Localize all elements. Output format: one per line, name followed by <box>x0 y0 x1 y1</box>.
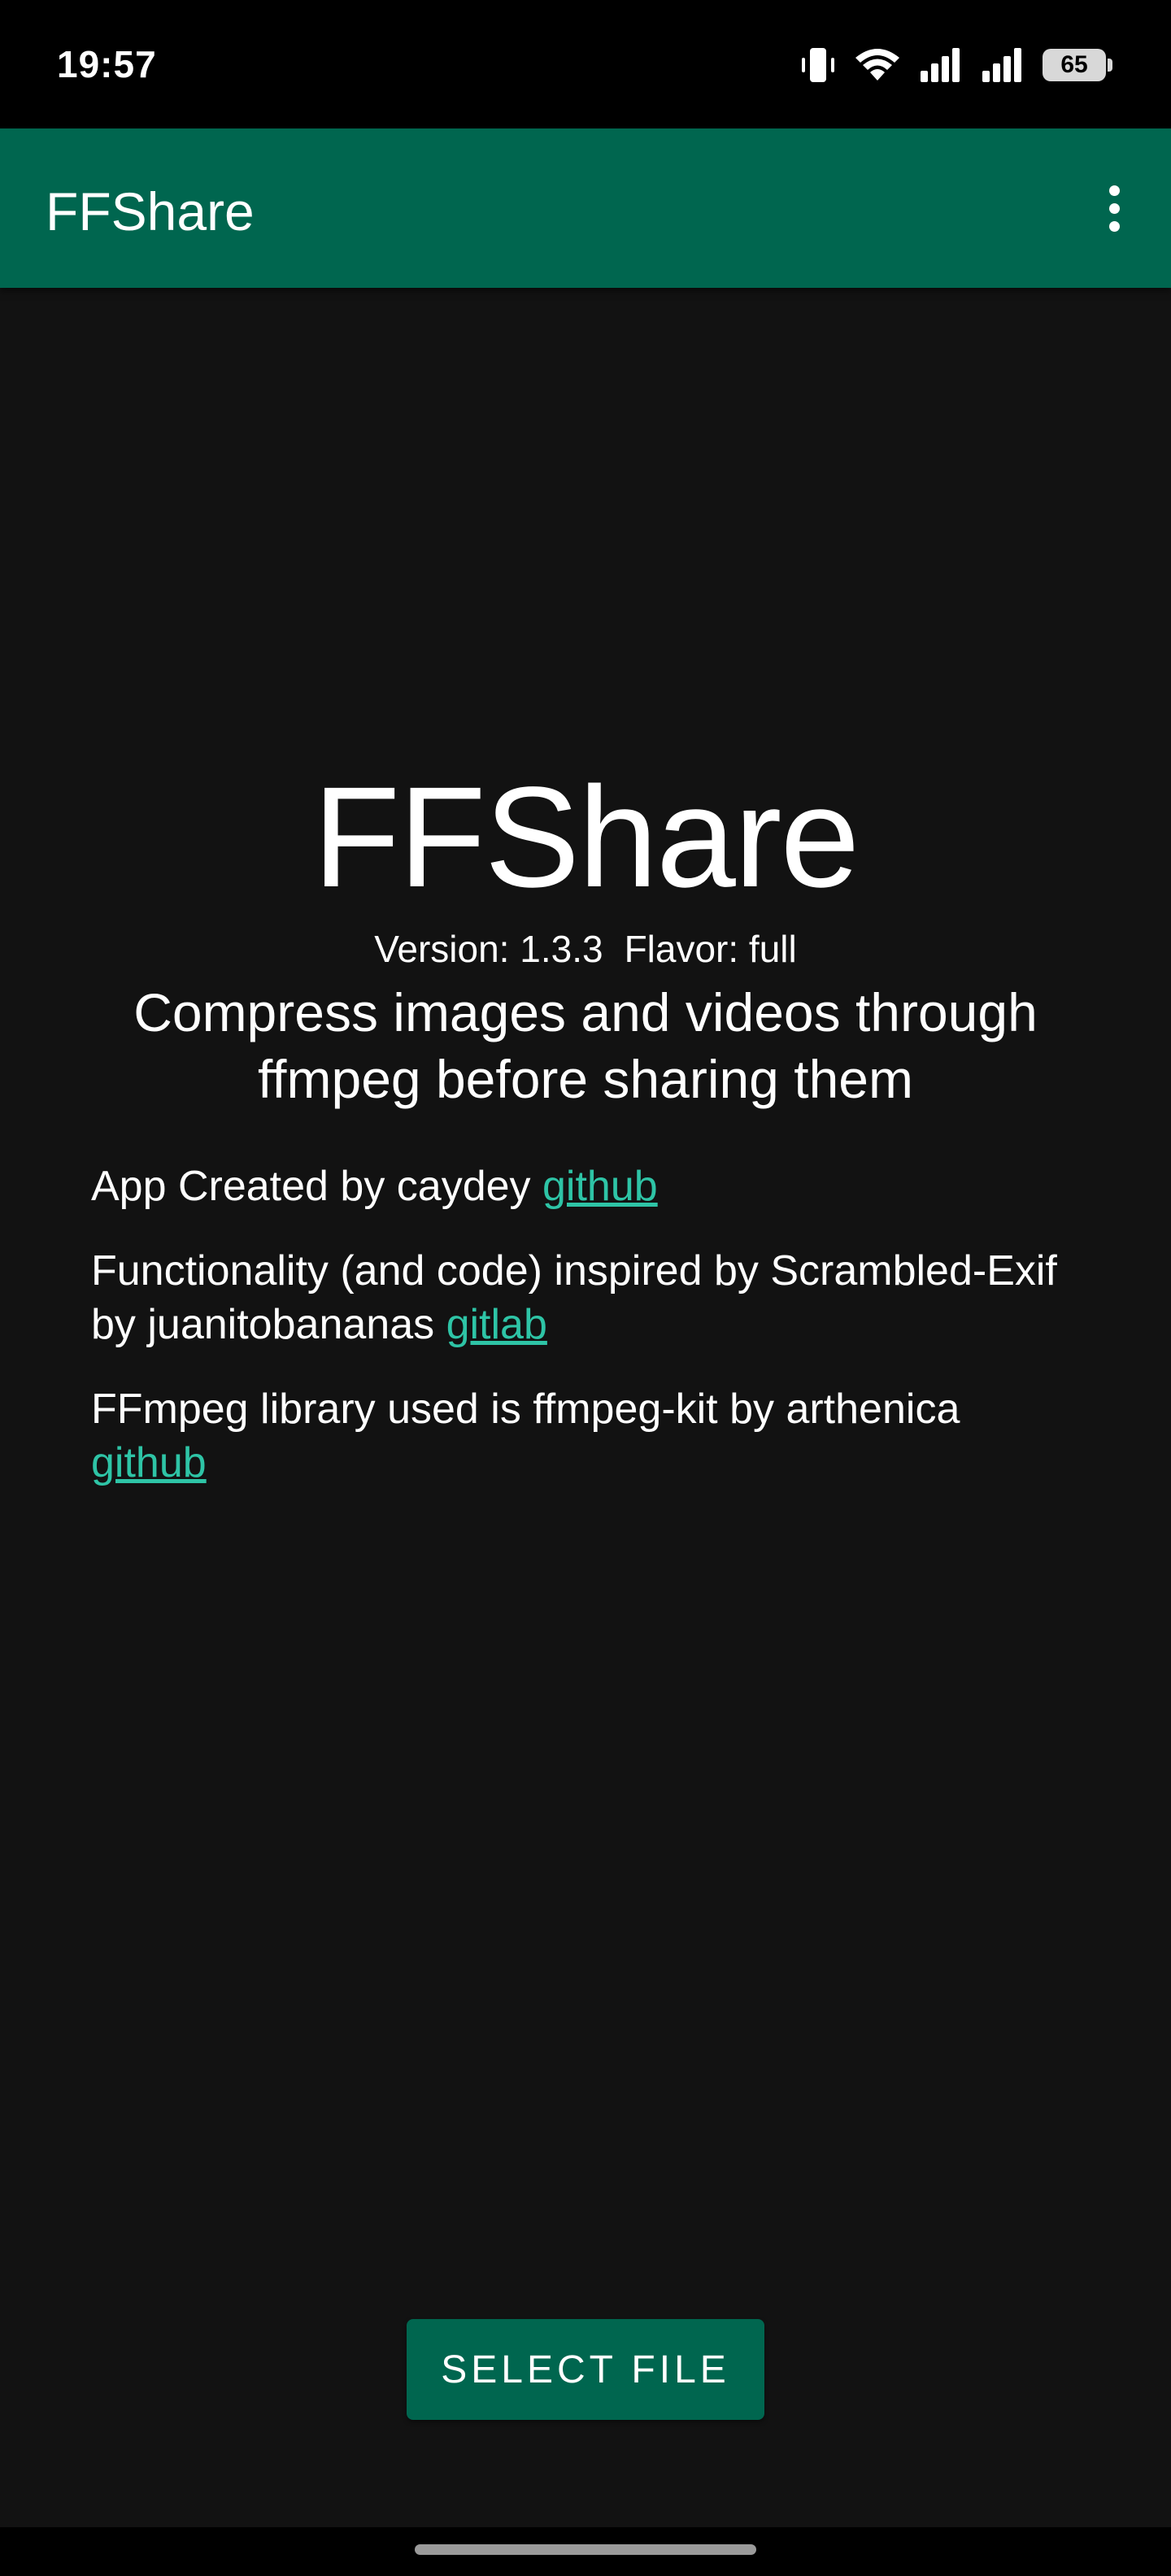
inspiration-gitlab-link[interactable]: gitlab <box>446 1301 547 1348</box>
hero-title: FFShare <box>312 758 860 917</box>
screen: 19:57 65 FFShare FFShare Version: 1.3.3 … <box>0 0 1171 2576</box>
menu-dot <box>1108 202 1120 214</box>
battery-icon: 65 <box>1043 49 1112 81</box>
credit-inspiration: Functionality (and code) inspired by Scr… <box>91 1244 1067 1351</box>
author-github-link[interactable]: github <box>542 1163 658 1210</box>
status-bar: 19:57 65 <box>0 0 1171 128</box>
credits: App Created by caydey github Functionali… <box>91 1160 1067 1521</box>
credit-library-text: FFmpeg library used is ffmpeg-kit by art… <box>91 1386 960 1433</box>
signal-icon <box>921 48 960 82</box>
version-line: Version: 1.3.3 Flavor: full <box>0 925 1171 973</box>
menu-dot <box>1108 220 1120 232</box>
select-file-button[interactable]: SELECT FILE <box>407 2319 764 2420</box>
credit-inspiration-text: Functionality (and code) inspired by Scr… <box>91 1247 1057 1348</box>
wifi-icon <box>855 49 899 80</box>
credit-library: FFmpeg library used is ffmpeg-kit by art… <box>91 1382 1067 1490</box>
flavor-text: Flavor: full <box>624 928 797 970</box>
signal-icon-2 <box>982 48 1021 82</box>
credit-author-text: App Created by caydey <box>91 1163 542 1210</box>
more-vert-icon[interactable] <box>1090 176 1138 241</box>
library-github-link[interactable]: github <box>91 1439 207 1486</box>
tagline: Compress images and videos through ffmpe… <box>133 982 1038 1109</box>
home-indicator[interactable] <box>415 2544 756 2555</box>
vibrate-icon <box>802 48 834 82</box>
menu-dot <box>1108 185 1120 196</box>
version-text: Version: 1.3.3 <box>374 928 603 970</box>
status-time: 19:57 <box>57 43 157 85</box>
credit-author: App Created by caydey github <box>91 1160 1067 1213</box>
app-bar: FFShare <box>0 128 1171 288</box>
nav-bar <box>0 2527 1171 2576</box>
status-icons: 65 <box>800 42 1112 88</box>
app-bar-title: FFShare <box>46 181 255 242</box>
